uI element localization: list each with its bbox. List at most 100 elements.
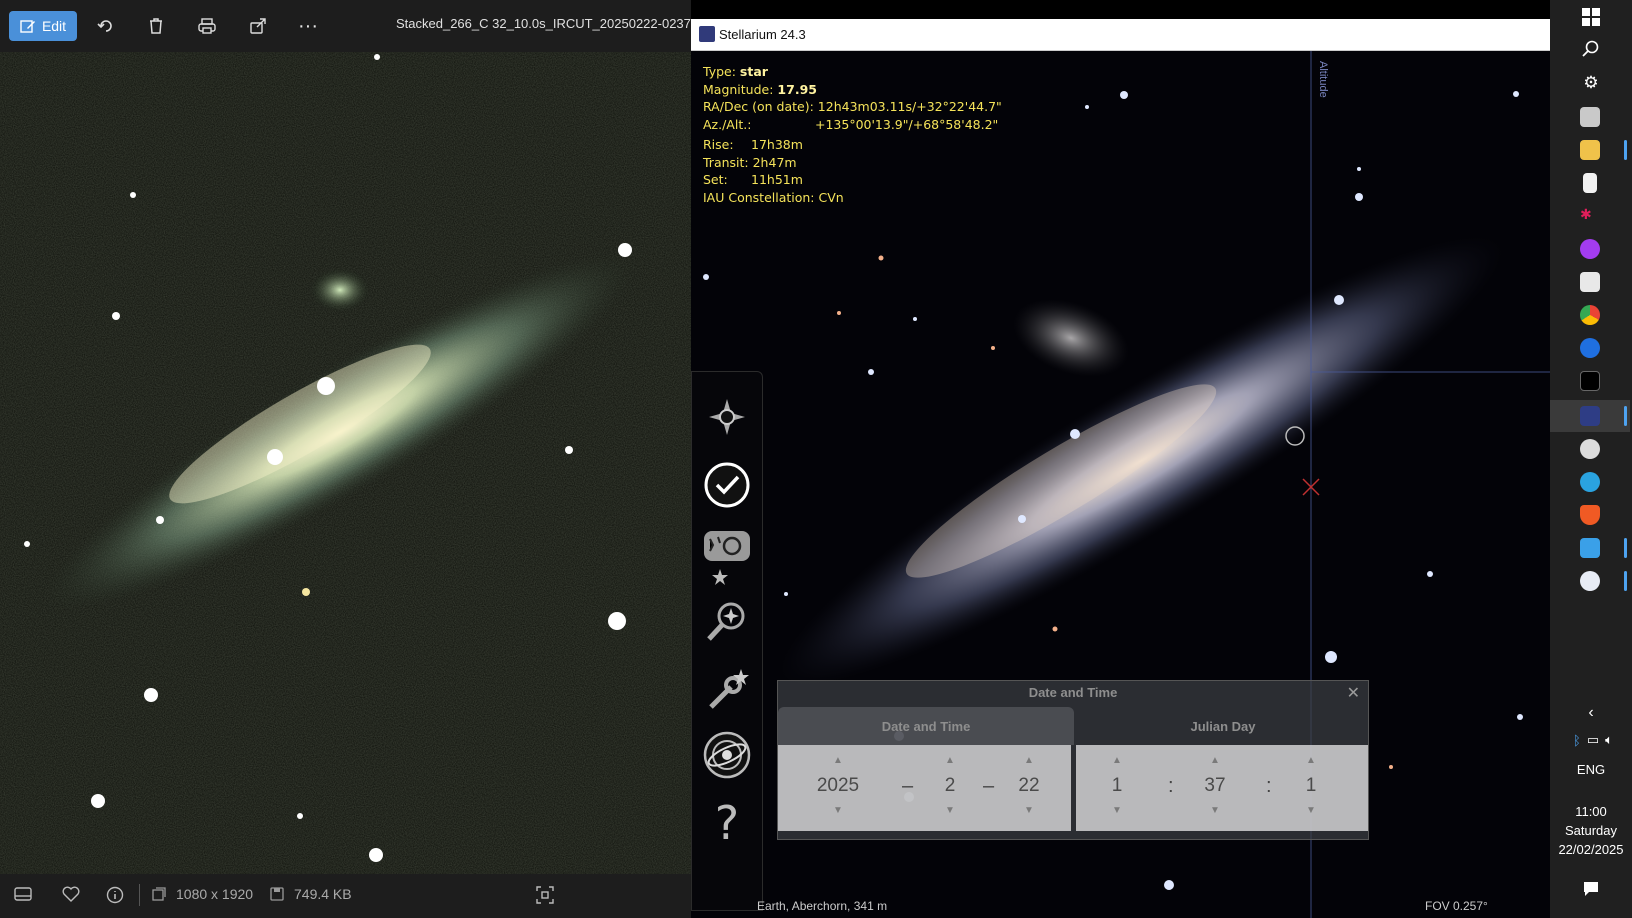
rotate-icon	[97, 20, 112, 32]
time-separator: :	[1168, 775, 1174, 797]
info-constellation: IAU Constellation: CVn	[703, 189, 844, 205]
configuration-window-button[interactable]	[702, 664, 752, 714]
app-moon[interactable]	[1580, 439, 1600, 459]
edit-button[interactable]: Edit	[9, 11, 77, 41]
year-up-arrow[interactable]: ▲	[813, 755, 863, 767]
app-cloud[interactable]	[1580, 571, 1600, 591]
photos-statusbar: 1080 x 1920 749.4 KB	[0, 874, 691, 918]
planet-orbit-icon	[703, 731, 751, 779]
app-calculator[interactable]	[1580, 272, 1600, 292]
hour-value: 1	[1111, 775, 1123, 796]
heart-icon	[62, 886, 80, 902]
more-options-button[interactable]: ···	[294, 11, 322, 41]
astro-calc-button[interactable]	[702, 730, 752, 780]
location-window-button[interactable]	[702, 392, 752, 442]
trash-icon	[150, 18, 162, 34]
close-dialog-button[interactable]: ✕	[1347, 683, 1360, 703]
app-photos[interactable]	[1580, 538, 1600, 558]
info-icon	[106, 886, 124, 904]
sky-view[interactable]: Altitude Type: star Magnitude: 17.95 RA/…	[691, 51, 1550, 918]
favorite-button[interactable]	[62, 886, 80, 902]
print-button[interactable]	[193, 11, 221, 41]
galaxy-photo[interactable]	[0, 52, 691, 874]
object-info-panel: Type: star Magnitude: 17.95 RA/Dec (on d…	[703, 63, 1002, 206]
time-separator: :	[1266, 775, 1272, 797]
month-down-arrow[interactable]: ▼	[925, 805, 975, 817]
clock[interactable]: 11:00 Saturday 22/02/2025	[1550, 802, 1632, 859]
location-text: Earth, Aberchorn, 341 m	[757, 899, 888, 913]
minute-up-arrow[interactable]: ▲	[1190, 755, 1240, 767]
second-down-arrow[interactable]: ▼	[1286, 805, 1336, 817]
day-up-arrow[interactable]: ▲	[1004, 755, 1054, 767]
share-button[interactable]	[244, 11, 272, 41]
gear-icon: ⚙	[1583, 73, 1599, 92]
chevron-left-icon: ‹	[1588, 704, 1594, 721]
search-window-button[interactable]	[702, 596, 752, 646]
minute-spinbox[interactable]: ▲ 37 ▼	[1190, 755, 1240, 821]
slack-icon: ✱	[1580, 206, 1592, 222]
date-time-window-button[interactable]	[702, 460, 752, 510]
tab-julian-day[interactable]: Julian Day	[1078, 707, 1368, 745]
date-time-dialog[interactable]: Date and Time ✕ Date and Time Julian Day…	[777, 680, 1369, 840]
stellarium-app-icon	[699, 26, 715, 42]
hour-up-arrow[interactable]: ▲	[1092, 755, 1142, 767]
app-printer[interactable]	[1580, 107, 1600, 127]
photos-app-window: Edit ··· Stacked_266_C 32_10.0s_IRCUT_20…	[0, 0, 691, 918]
help-window-button[interactable]: ?	[702, 796, 752, 850]
tab-date-and-time[interactable]: Date and Time	[778, 707, 1074, 745]
fov-text: FOV 0.257°	[1425, 899, 1488, 913]
app-messenger[interactable]	[1580, 239, 1600, 259]
start-button[interactable]	[1578, 4, 1604, 30]
sky-options-icon	[704, 531, 750, 585]
windows-taskbar: ⚙ ✱ ‹ ᛒ ▭ 🔈︎ ENG 11:00 Saturday 22/02/20…	[1550, 0, 1632, 918]
stellarium-window: Stellarium 24.3 Altitude Type: star Magn…	[691, 19, 1550, 918]
notification-center-button[interactable]	[1578, 876, 1604, 902]
year-spinbox[interactable]: ▲ 2025 ▼	[813, 755, 863, 821]
date-separator: –	[983, 775, 995, 797]
sky-viewing-options-button[interactable]	[702, 528, 752, 588]
app-terminal[interactable]	[1580, 371, 1600, 391]
hour-down-arrow[interactable]: ▼	[1092, 805, 1142, 817]
app-running-indicator	[1624, 571, 1627, 591]
file-size-group: 749.4 KB	[270, 886, 352, 902]
app-notepad[interactable]	[1583, 173, 1597, 193]
settings-button[interactable]: ⚙	[1578, 70, 1604, 96]
month-up-arrow[interactable]: ▲	[925, 755, 975, 767]
window-title: Stellarium 24.3	[719, 27, 806, 42]
day-down-arrow[interactable]: ▼	[1004, 805, 1054, 817]
app-edge[interactable]	[1580, 338, 1600, 358]
minute-down-arrow[interactable]: ▼	[1190, 805, 1240, 817]
app-running-indicator	[1624, 538, 1627, 558]
rotate-button[interactable]	[92, 11, 120, 41]
hour-spinbox[interactable]: ▲ 1 ▼	[1092, 755, 1142, 821]
show-hidden-icons-button[interactable]: ‹	[1578, 700, 1604, 726]
info-rise: Rise: 17h38m	[703, 137, 803, 152]
app-stellarium[interactable]	[1580, 406, 1600, 426]
month-spinbox[interactable]: ▲ 2 ▼	[925, 755, 975, 821]
second-spinbox[interactable]: ▲ 1 ▼	[1286, 755, 1336, 821]
filmstrip-button[interactable]	[14, 886, 32, 902]
delete-button[interactable]	[142, 11, 170, 41]
info-radec: RA/Dec (on date): 12h43m03.11s/+32°22'44…	[703, 99, 1002, 114]
windows-logo-icon	[1582, 8, 1600, 26]
info-button[interactable]	[106, 886, 124, 904]
app-brave[interactable]	[1580, 505, 1600, 525]
info-set: Set: 11h51m	[703, 172, 803, 187]
share-icon	[250, 18, 266, 34]
day-spinbox[interactable]: ▲ 22 ▼	[1004, 755, 1054, 821]
fit-screen-button[interactable]	[536, 886, 554, 904]
system-tray[interactable]: ᛒ ▭ 🔈︎	[1558, 727, 1628, 753]
app-chrome[interactable]	[1580, 305, 1600, 325]
app-file-explorer[interactable]	[1580, 140, 1600, 160]
input-language[interactable]: ENG	[1550, 762, 1632, 777]
year-down-arrow[interactable]: ▼	[813, 805, 863, 817]
bluetooth-icon: ᛒ	[1573, 732, 1581, 748]
stellarium-titlebar[interactable]: Stellarium 24.3	[691, 19, 1550, 51]
second-up-arrow[interactable]: ▲	[1286, 755, 1336, 767]
edit-label: Edit	[41, 18, 67, 34]
minute-value: 37	[1204, 775, 1226, 796]
app-slack[interactable]: ✱	[1580, 206, 1600, 226]
print-icon	[198, 18, 216, 34]
search-button[interactable]	[1578, 36, 1604, 62]
app-telegram[interactable]	[1580, 472, 1600, 492]
